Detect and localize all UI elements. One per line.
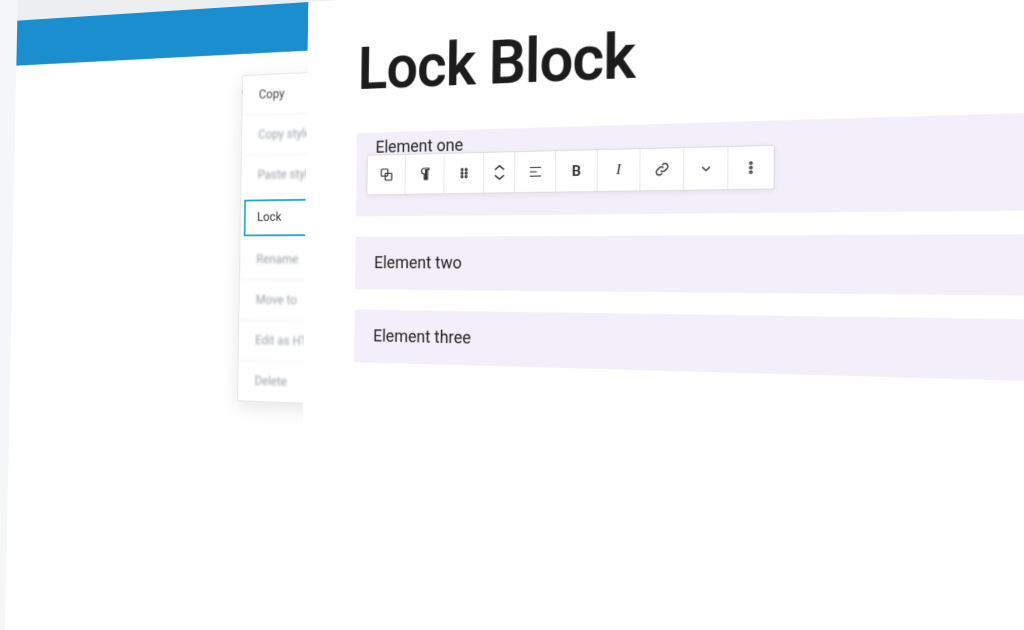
align-icon[interactable] bbox=[515, 151, 556, 192]
menu-item-shortcut: Shift+Alt+Z bbox=[440, 381, 495, 396]
menu-item-label: Move to bbox=[256, 293, 297, 308]
drag-handle-icon[interactable] bbox=[444, 153, 484, 193]
menu-item-rename[interactable]: Rename bbox=[240, 239, 515, 282]
menu-item-label: Copy styles bbox=[258, 126, 317, 142]
group-icon[interactable] bbox=[367, 155, 406, 195]
menu-item-label: Rename bbox=[256, 252, 298, 267]
link-button[interactable] bbox=[640, 148, 684, 190]
menu-item-label: Delete bbox=[254, 374, 287, 390]
menu-item-move-to[interactable]: Move to bbox=[239, 280, 514, 325]
more-options-button[interactable] bbox=[728, 146, 774, 189]
menu-item-label: Paste styles bbox=[258, 167, 320, 183]
italic-button[interactable]: I bbox=[598, 149, 641, 191]
paragraph-icon[interactable] bbox=[405, 154, 444, 194]
chevron-down-icon[interactable] bbox=[684, 147, 729, 190]
context-menu: Copy Ctrl+C Copy styles Paste styles Loc… bbox=[237, 63, 517, 412]
menu-item-shortcut: Ctrl+C bbox=[467, 79, 497, 93]
bold-button[interactable]: B bbox=[556, 150, 598, 191]
menu-item-label: Copy bbox=[259, 87, 285, 102]
block-toolbar: B I bbox=[366, 145, 774, 195]
move-up-down[interactable] bbox=[484, 152, 516, 193]
menu-item-label: Edit as HTML bbox=[255, 333, 324, 349]
menu-item-label: Lock bbox=[257, 210, 282, 225]
